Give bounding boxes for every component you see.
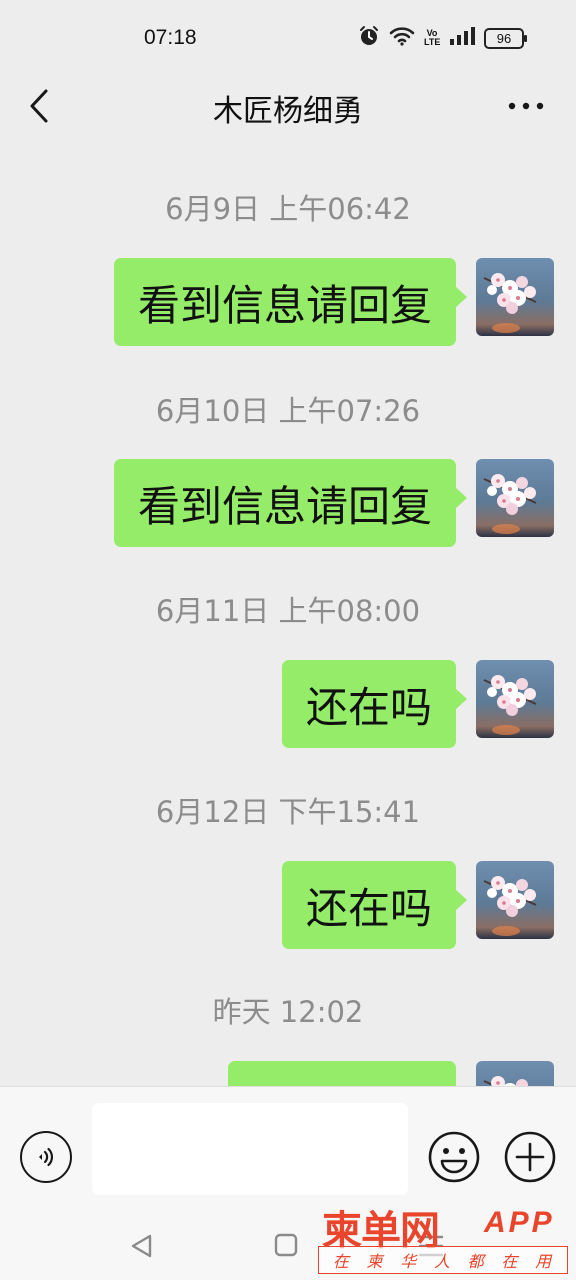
chat-title: 木匠杨细勇	[213, 94, 363, 129]
watermark: 柬单网 APP 在 柬 华 人 都 在 用	[316, 1198, 570, 1276]
slogan-char: 柬	[366, 1252, 385, 1271]
chat-area[interactable]: 6月9日 上午06:42 看到信息请回复 6月10日 上午07:26 看到信息请…	[0, 152, 576, 1086]
avatar[interactable]	[476, 459, 554, 537]
watermark-app-label: APP	[484, 1206, 555, 1239]
status-icons: Vo LTE 96	[358, 25, 527, 51]
message-input[interactable]	[92, 1103, 408, 1195]
status-time: 07:18	[144, 26, 197, 49]
emoji-icon	[428, 1131, 480, 1183]
message-row: 还在吗	[281, 861, 554, 949]
alarm-icon	[358, 25, 380, 51]
system-home-icon[interactable]	[274, 1233, 298, 1257]
emoji-button[interactable]	[428, 1131, 480, 1183]
wifi-icon	[389, 26, 415, 50]
message-bubble[interactable]	[228, 1061, 456, 1086]
slogan-char: 人	[433, 1252, 452, 1271]
message-row: 看到信息请回复	[113, 258, 554, 346]
input-bar	[0, 1086, 576, 1200]
message-row: 还在吗	[281, 660, 554, 748]
plus-icon	[504, 1131, 556, 1183]
message-timestamp: 6月11日 上午08:00	[155, 594, 421, 628]
watermark-slogan: 在 柬 华 人 都 在 用	[318, 1246, 568, 1274]
more-dots-icon	[508, 102, 544, 110]
battery-icon: 96	[484, 27, 527, 49]
volte-icon: Vo LTE	[424, 28, 441, 47]
message-timestamp: 6月10日 上午07:26	[155, 394, 421, 428]
message-bubble[interactable]: 还在吗	[281, 861, 468, 949]
more-functions-button[interactable]	[504, 1131, 556, 1183]
avatar[interactable]	[476, 861, 554, 939]
avatar[interactable]	[476, 258, 554, 336]
message-timestamp: 6月12日 下午15:41	[155, 795, 421, 829]
voice-button[interactable]	[20, 1131, 72, 1183]
slogan-char: 华	[400, 1252, 419, 1271]
message-bubble[interactable]: 看到信息请回复	[113, 459, 468, 547]
message-row: 看到信息请回复	[113, 459, 554, 547]
system-back-icon[interactable]	[128, 1232, 156, 1260]
voice-icon	[39, 1147, 53, 1167]
message-bubble[interactable]: 看到信息请回复	[113, 258, 468, 346]
message-row	[228, 1061, 554, 1086]
slogan-char: 用	[535, 1252, 554, 1271]
slogan-char: 都	[467, 1252, 486, 1271]
slogan-char: 在	[501, 1252, 520, 1271]
avatar[interactable]	[476, 1061, 554, 1086]
avatar[interactable]	[476, 660, 554, 738]
status-bar: 07:18 Vo LTE 96	[0, 0, 576, 76]
message-bubble[interactable]: 还在吗	[281, 660, 468, 748]
message-timestamp: 6月9日 上午06:42	[165, 192, 411, 226]
more-button[interactable]	[506, 92, 546, 120]
slogan-char: 在	[332, 1252, 351, 1271]
message-timestamp: 昨天 12:02	[212, 995, 364, 1029]
signal-icon	[449, 26, 475, 50]
chat-header: 木匠杨细勇	[0, 76, 576, 152]
